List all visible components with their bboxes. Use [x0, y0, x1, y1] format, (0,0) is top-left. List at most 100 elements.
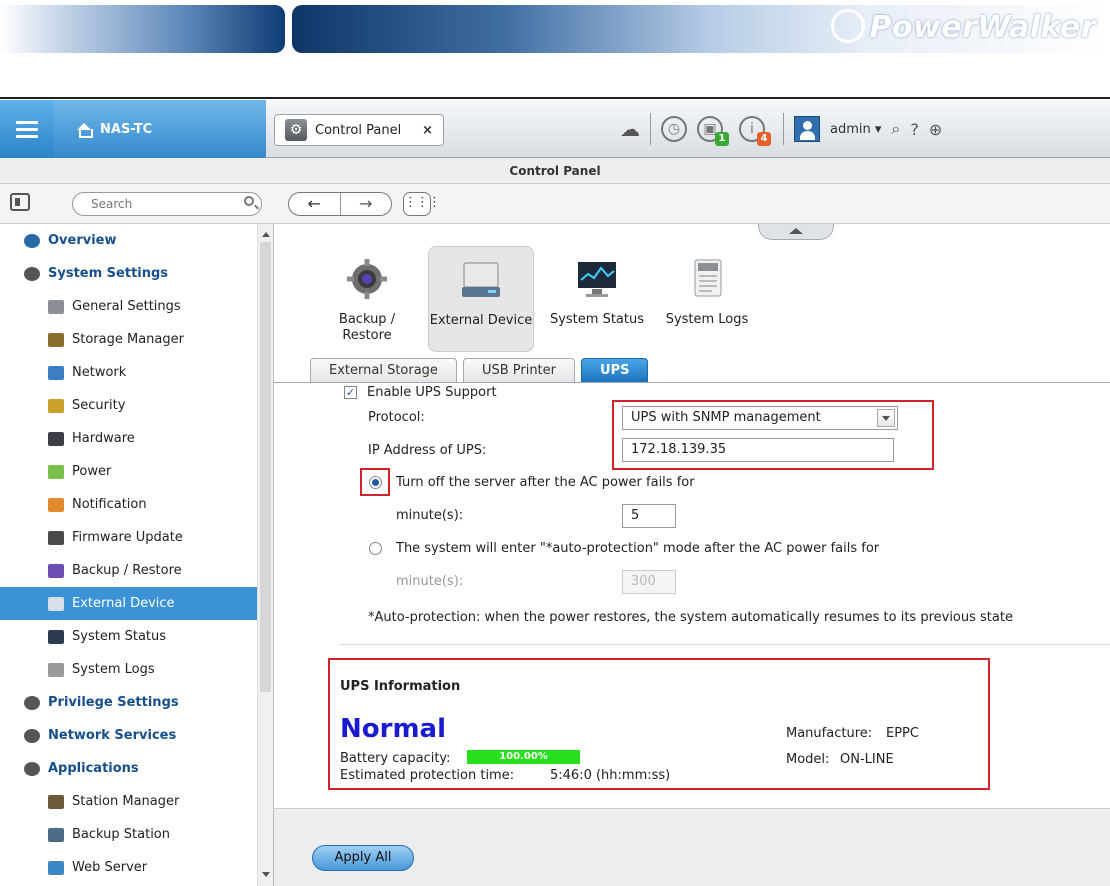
search-icon[interactable]: [244, 196, 254, 206]
tab-divider: [274, 382, 1110, 383]
sidebar-item-label: External Device: [72, 596, 175, 611]
external-device-icon: [48, 596, 64, 611]
banner-band-middle: [292, 5, 712, 53]
forward-button[interactable]: →: [339, 193, 392, 215]
close-icon[interactable]: ×: [422, 123, 433, 138]
footer-bar: Apply All: [274, 808, 1110, 886]
sidebar-item-backup-restore[interactable]: Backup / Restore: [0, 554, 257, 587]
scroll-down-icon[interactable]: [262, 872, 270, 881]
shutdown-minutes-label: minute(s):: [396, 508, 464, 523]
sidebar-item-overview[interactable]: Overview: [0, 224, 257, 257]
sidebar-item-backup-station[interactable]: Backup Station: [0, 818, 257, 851]
collapse-apps-button[interactable]: [758, 224, 834, 240]
backup-restore-app-icon: [347, 259, 387, 299]
info-count-badge: 4: [757, 132, 771, 146]
sidebar-item-external-device[interactable]: External Device: [0, 587, 257, 620]
tab-usb-printer[interactable]: USB Printer: [462, 358, 576, 382]
tab-external-storage[interactable]: External Storage: [310, 358, 457, 382]
sidebar-item-label: Power: [72, 464, 112, 479]
station-icon: [48, 794, 64, 809]
top-bar-icons: ☁ ◷ ▣ 1 i4 admin ▾ ⌕ ? ⊕: [620, 110, 942, 148]
home-icon: [76, 122, 93, 138]
devices-count-badge: 1: [715, 132, 729, 146]
sidebar-item-general-settings[interactable]: General Settings: [0, 290, 257, 323]
sidebar-item-label: Backup Station: [72, 827, 171, 842]
enable-ups-checkbox[interactable]: ✓: [344, 386, 357, 399]
app-external-device[interactable]: External Device: [428, 246, 534, 352]
auto-protection-minutes-field[interactable]: 300: [622, 570, 676, 594]
sidebar-item-label: Backup / Restore: [72, 563, 182, 578]
info-icon[interactable]: i4: [739, 116, 771, 146]
apply-all-button[interactable]: Apply All: [312, 845, 414, 871]
clock-icon[interactable]: ◷: [661, 116, 687, 142]
shutdown-minutes-field[interactable]: 5: [622, 504, 676, 528]
system-status-app-icon: [578, 262, 616, 297]
avatar[interactable]: [794, 116, 820, 142]
scroll-up-icon[interactable]: [262, 228, 270, 237]
sidebar-item-station-manager[interactable]: Station Manager: [0, 785, 257, 818]
sidebar-item-label: General Settings: [72, 299, 181, 314]
sidebar-item-notification[interactable]: Notification: [0, 488, 257, 521]
app-backup-restore[interactable]: Backup / Restore: [314, 246, 420, 352]
search-icon[interactable]: ⌕: [891, 119, 900, 139]
cloud-icon[interactable]: ☁: [620, 117, 640, 141]
history-nav: ← →: [288, 192, 392, 216]
sidebar-item-firmware-update[interactable]: Firmware Update: [0, 521, 257, 554]
network-icon: [48, 365, 64, 380]
all-apps-grid-button[interactable]: ⋮⋮⋮: [403, 192, 441, 216]
hardware-icon: [48, 431, 64, 446]
brand-banner: PowerWalker: [0, 0, 1110, 55]
control-panel-tab[interactable]: ⚙ Control Panel ×: [274, 114, 444, 146]
home-button[interactable]: NAS-TC: [54, 100, 266, 158]
tab-bar: External Storage USB Printer UPS: [310, 358, 649, 382]
back-button[interactable]: ←: [289, 193, 340, 215]
app-label: Backup / Restore: [338, 312, 396, 343]
sidebar-toggle-icon[interactable]: [10, 193, 30, 211]
sidebar-item-hardware[interactable]: Hardware: [0, 422, 257, 455]
shutdown-option-label: Turn off the server after the AC power f…: [396, 475, 695, 490]
sidebar-item-label: System Status: [72, 629, 167, 644]
system-logs-app-icon: [694, 259, 722, 297]
sidebar-item-label: Overview: [48, 233, 117, 248]
notification-icon: [48, 497, 64, 512]
sidebar-item-label: Applications: [48, 761, 139, 776]
scrollbar-thumb[interactable]: [260, 242, 271, 692]
sidebar-item-network-services[interactable]: Network Services: [0, 719, 257, 752]
sidebar-item-system-logs[interactable]: System Logs: [0, 653, 257, 686]
sidebar-item-power[interactable]: Power: [0, 455, 257, 488]
tab-ups[interactable]: UPS: [581, 358, 649, 382]
user-icon: [24, 695, 40, 710]
highlight-protocol-box: [612, 400, 934, 470]
auto-protection-radio[interactable]: [369, 542, 382, 555]
sidebar-item-label: Station Manager: [72, 794, 180, 809]
sidebar-item-applications[interactable]: Applications: [0, 752, 257, 785]
app-system-status[interactable]: System Status: [544, 246, 650, 352]
brand-mark-icon: [831, 8, 866, 43]
app-system-logs[interactable]: System Logs: [654, 246, 760, 352]
main-content: Backup / Restore External Device System …: [274, 224, 1110, 886]
backup-station-icon: [48, 827, 64, 842]
user-menu[interactable]: admin ▾: [830, 122, 881, 137]
sidebar: Overview System Settings General Settings S…: [0, 224, 274, 886]
search-input[interactable]: [72, 192, 262, 216]
sidebar-item-system-settings[interactable]: System Settings: [0, 257, 257, 290]
sidebar-item-privilege-settings[interactable]: Privilege Settings: [0, 686, 257, 719]
backup-icon: [48, 563, 64, 578]
sidebar-item-network[interactable]: Network: [0, 356, 257, 389]
top-bar: NAS-TC ⚙ Control Panel × ☁ ◷ ▣ 1 i4 admin…: [0, 100, 1110, 158]
sidebar-item-storage-manager[interactable]: Storage Manager: [0, 323, 257, 356]
sidebar-item-label: System Settings: [48, 266, 169, 281]
sidebar-item-label: Network Services: [48, 728, 177, 743]
sidebar-item-label: Firmware Update: [72, 530, 183, 545]
sidebar-scrollbar[interactable]: [257, 224, 273, 886]
nas-name: NAS-TC: [100, 121, 153, 137]
sidebar-item-security[interactable]: Security: [0, 389, 257, 422]
auto-protection-footnote: *Auto-protection: when the power restore…: [368, 610, 1013, 625]
language-globe-icon[interactable]: ⊕: [929, 120, 942, 139]
help-icon[interactable]: ?: [910, 120, 919, 139]
sidebar-item-system-status[interactable]: System Status: [0, 620, 257, 653]
sidebar-item-web-server[interactable]: Web Server: [0, 851, 257, 884]
main-menu-button[interactable]: [0, 100, 54, 158]
bulb-icon: [48, 464, 64, 479]
external-devices-icon[interactable]: ▣ 1: [697, 116, 729, 146]
